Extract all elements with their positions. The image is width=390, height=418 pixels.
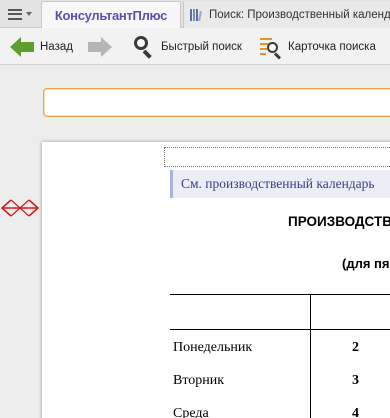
main-menu-button[interactable] bbox=[0, 2, 40, 26]
back-button-label: Назад bbox=[40, 40, 73, 53]
table-cell-day: Вторник bbox=[173, 373, 225, 388]
books-icon bbox=[190, 8, 203, 21]
table-cell-day: Понедельник bbox=[173, 340, 253, 355]
arrow-left-icon bbox=[10, 36, 34, 57]
table-border-header bbox=[170, 329, 390, 330]
table-border-top bbox=[170, 294, 390, 295]
forward-button[interactable] bbox=[88, 28, 112, 65]
document-title: ПРОИЗВОДСТВЕННЫЙ КАЛЕНДАРЬ bbox=[288, 214, 390, 229]
quick-search-button[interactable]: Быстрый поиск bbox=[133, 28, 242, 65]
search-input[interactable] bbox=[43, 88, 390, 117]
table-row: Понедельник 2 bbox=[170, 340, 390, 358]
search-card-icon bbox=[260, 36, 282, 60]
table-cell-day: Среда bbox=[173, 406, 209, 418]
search-card-button[interactable]: Карточка поиска bbox=[260, 28, 376, 65]
table-row: Среда 4 bbox=[170, 406, 390, 418]
document-page: См. производственный календарь ПРОИЗВОДС… bbox=[42, 142, 390, 418]
document-subtitle: (для пятидневной рабочей недели) bbox=[342, 256, 390, 271]
tab-search-label: Поиск: Производственный календарь bbox=[209, 8, 390, 21]
tab-bar: КонсультантПлюс Поиск: Производственный … bbox=[0, 0, 390, 28]
focus-frame bbox=[164, 147, 390, 167]
table-cell-number: 2 bbox=[352, 340, 359, 355]
hamburger-icon bbox=[8, 8, 22, 20]
resize-handle-icon[interactable] bbox=[0, 197, 40, 219]
table-row: Вторник 3 bbox=[170, 373, 390, 391]
app-window: КонсультантПлюс Поиск: Производственный … bbox=[0, 0, 390, 418]
chevron-down-icon bbox=[26, 12, 32, 16]
tab-search[interactable]: Поиск: Производственный календарь bbox=[183, 1, 390, 28]
tab-home[interactable]: КонсультантПлюс bbox=[41, 1, 181, 28]
toolbar: Назад Быстрый поиск Карточка поиска bbox=[0, 28, 390, 65]
see-also-note[interactable]: См. производственный календарь bbox=[170, 170, 390, 198]
quick-search-label: Быстрый поиск bbox=[161, 40, 242, 53]
table-cell-number: 4 bbox=[352, 406, 359, 418]
back-button[interactable]: Назад bbox=[10, 28, 73, 65]
search-card-label: Карточка поиска bbox=[288, 40, 376, 53]
brand-logo-text: КонсультантПлюс bbox=[54, 7, 168, 23]
table-cell-number: 3 bbox=[352, 373, 359, 388]
see-also-text: См. производственный календарь bbox=[181, 176, 375, 191]
search-icon bbox=[133, 35, 155, 59]
arrow-right-icon bbox=[88, 36, 112, 57]
